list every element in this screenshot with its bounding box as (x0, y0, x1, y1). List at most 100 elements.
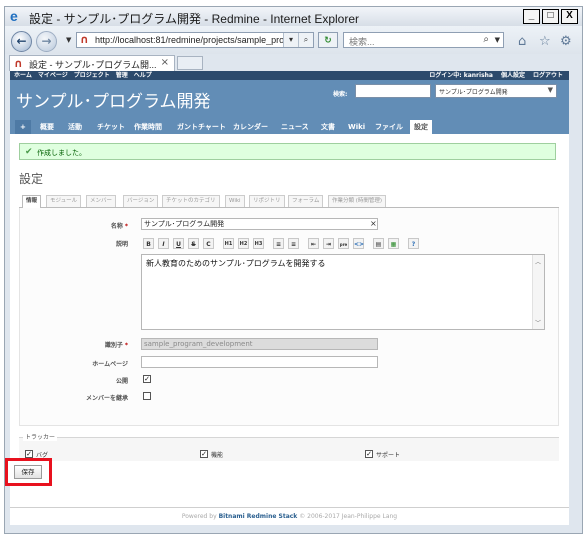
description-textarea[interactable]: 新人教育のためのサンプル･プログラムを開発する ︿ ﹀ (141, 254, 545, 330)
top-menu-home[interactable]: ホーム (14, 71, 32, 80)
project-jump-value: サンプル･プログラム開発 (439, 89, 508, 96)
tracker-feature-checkbox[interactable]: ✓ (200, 450, 208, 458)
description-text: 新人教育のためのサンプル･プログラムを開発する (146, 259, 326, 268)
code-highlight-icon[interactable]: <> (353, 238, 364, 249)
menu-settings[interactable]: 設定 (410, 120, 432, 134)
favorites-star-icon[interactable]: ☆ (539, 34, 551, 49)
tab-close-icon[interactable]: × (161, 57, 169, 68)
logout-link[interactable]: ログアウト (533, 71, 563, 80)
public-label: 公開 (115, 378, 128, 385)
chevron-down-icon: ▼ (547, 86, 553, 94)
top-menu-admin[interactable]: 管理 (116, 71, 128, 80)
search-dropdown-icon[interactable]: ▼ (495, 36, 500, 44)
save-highlight-box: 保存 (5, 458, 52, 486)
my-account-link[interactable]: 個人設定 (501, 71, 525, 80)
flash-notice: ✔ 作成しました。 (19, 143, 556, 160)
public-checkbox[interactable]: ✓ (143, 375, 151, 383)
tab-forums[interactable]: フォーラム (288, 195, 324, 207)
quick-search-input[interactable] (355, 84, 431, 98)
tab-activities[interactable]: 作業分類 (時間管理) (328, 195, 387, 207)
save-button[interactable]: 保存 (14, 465, 42, 479)
project-title: サンプル･プログラム開発 (16, 92, 211, 112)
image-icon[interactable]: ▦ (388, 238, 399, 249)
menu-gantt[interactable]: ガントチャート (173, 120, 230, 134)
footer-copyright: © 2006-2017 Jean-Philippe Lang (299, 513, 398, 520)
maximize-button[interactable]: □ (542, 9, 559, 24)
close-button[interactable]: X (561, 9, 578, 24)
search-icon[interactable]: ⌕ (298, 33, 313, 47)
strikethrough-icon[interactable]: S (188, 238, 199, 249)
forward-button[interactable]: → (36, 31, 57, 52)
top-menu: ホーム マイページ プロジェクト 管理 ヘルプ ログイン中: kanrisha … (10, 71, 569, 80)
minimize-button[interactable]: _ (523, 9, 540, 24)
ordered-list-icon[interactable]: ≡ (288, 238, 299, 249)
top-menu-mypage[interactable]: マイページ (38, 71, 68, 80)
name-input[interactable]: サンプル･プログラム開発 (141, 218, 378, 230)
tab-wiki[interactable]: Wiki (225, 195, 245, 207)
history-dropdown-icon[interactable]: ▼ (66, 36, 71, 44)
refresh-button[interactable]: ↻ (318, 32, 338, 48)
menu-calendar[interactable]: カレンダー (229, 120, 272, 134)
preformatted-icon[interactable]: pre (338, 238, 349, 249)
browser-tab-active[interactable]: ∩ 設定 - サンプル･プログラム開... × (9, 55, 175, 71)
menu-issues[interactable]: チケット (93, 120, 129, 134)
menu-time-entries[interactable]: 作業時間 (130, 120, 166, 134)
url-dropdown-icon[interactable]: ▾ (283, 33, 298, 47)
inherit-members-label: メンバーを継承 (85, 395, 128, 402)
clear-input-icon[interactable]: × (370, 219, 377, 228)
heading2-icon[interactable]: H2 (238, 238, 249, 249)
textarea-scrollbar[interactable]: ︿ ﹀ (532, 255, 544, 329)
inherit-members-checkbox[interactable] (143, 392, 151, 400)
project-header: サンプル･プログラム開発 検索: サンプル･プログラム開発 ▼ (10, 80, 569, 118)
new-tab-button[interactable] (177, 56, 203, 70)
redmine-tab-icon: ∩ (14, 57, 23, 70)
menu-news[interactable]: ニュース (277, 120, 313, 134)
top-menu-help[interactable]: ヘルプ (134, 71, 152, 80)
tracker-bug-checkbox[interactable]: ✓ (25, 450, 33, 458)
scroll-down-icon[interactable]: ﹀ (535, 318, 541, 327)
home-icon[interactable]: ⌂ (518, 34, 526, 49)
outdent-icon[interactable]: ⇤ (308, 238, 319, 249)
flash-message: 作成しました。 (37, 149, 86, 157)
tab-repositories[interactable]: リポジトリ (249, 195, 285, 207)
project-jump-select[interactable]: サンプル･プログラム開発 ▼ (435, 84, 557, 98)
italic-icon[interactable]: I (158, 238, 169, 249)
bold-icon[interactable]: B (143, 238, 154, 249)
tab-versions[interactable]: バージョン (123, 195, 159, 207)
heading1-icon[interactable]: H1 (223, 238, 234, 249)
url-field[interactable]: ∩ http://localhost:81/redmine/projects/s… (76, 32, 314, 48)
tab-title: 設定 - サンプル･プログラム開... (29, 60, 157, 70)
magnifier-icon[interactable]: ⌕ (483, 34, 489, 45)
tab-issue-categories[interactable]: チケットのカテゴリ (162, 195, 220, 207)
footer-bitnami-link[interactable]: Bitnami Redmine Stack (219, 513, 298, 520)
url-text[interactable]: http://localhost:81/redmine/projects/sam… (95, 35, 287, 45)
unordered-list-icon[interactable]: ≡ (273, 238, 284, 249)
project-info-form: 名称 * サンプル･プログラム開発 × 説明 B I U S C H1 H2 H3… (19, 208, 559, 426)
tab-modules[interactable]: モジュール (46, 195, 82, 207)
tab-info[interactable]: 情報 (22, 195, 42, 208)
indent-icon[interactable]: ⇥ (323, 238, 334, 249)
menu-activity[interactable]: 活動 (64, 120, 86, 134)
underline-icon[interactable]: U (173, 238, 184, 249)
menu-overview[interactable]: 概要 (36, 120, 58, 134)
help-icon[interactable]: ? (408, 238, 419, 249)
new-object-button[interactable]: + (15, 120, 31, 134)
browser-search-input[interactable]: 検索... ⌕ ▼ (343, 32, 504, 48)
tracker-support-checkbox[interactable]: ✓ (365, 450, 373, 458)
top-menu-projects[interactable]: プロジェクト (74, 71, 110, 80)
back-button[interactable]: ← (11, 31, 32, 52)
heading3-icon[interactable]: H3 (253, 238, 264, 249)
menu-documents[interactable]: 文書 (317, 120, 339, 134)
logged-in-as: ログイン中: kanrisha (429, 72, 493, 79)
code-icon[interactable]: C (203, 238, 214, 249)
ie-logo-icon: e (10, 8, 18, 24)
settings-tabs: 情報 モジュール メンバー バージョン チケットのカテゴリ Wiki リポジトリ… (19, 193, 559, 208)
tab-members[interactable]: メンバー (86, 195, 117, 207)
settings-gear-icon[interactable]: ⚙ (560, 34, 572, 49)
homepage-input[interactable] (141, 356, 378, 368)
homepage-label: ホームページ (92, 361, 128, 368)
table-icon[interactable]: ▤ (373, 238, 384, 249)
menu-files[interactable]: ファイル (371, 120, 407, 134)
scroll-up-icon[interactable]: ︿ (535, 257, 541, 266)
menu-wiki[interactable]: Wiki (344, 120, 369, 134)
